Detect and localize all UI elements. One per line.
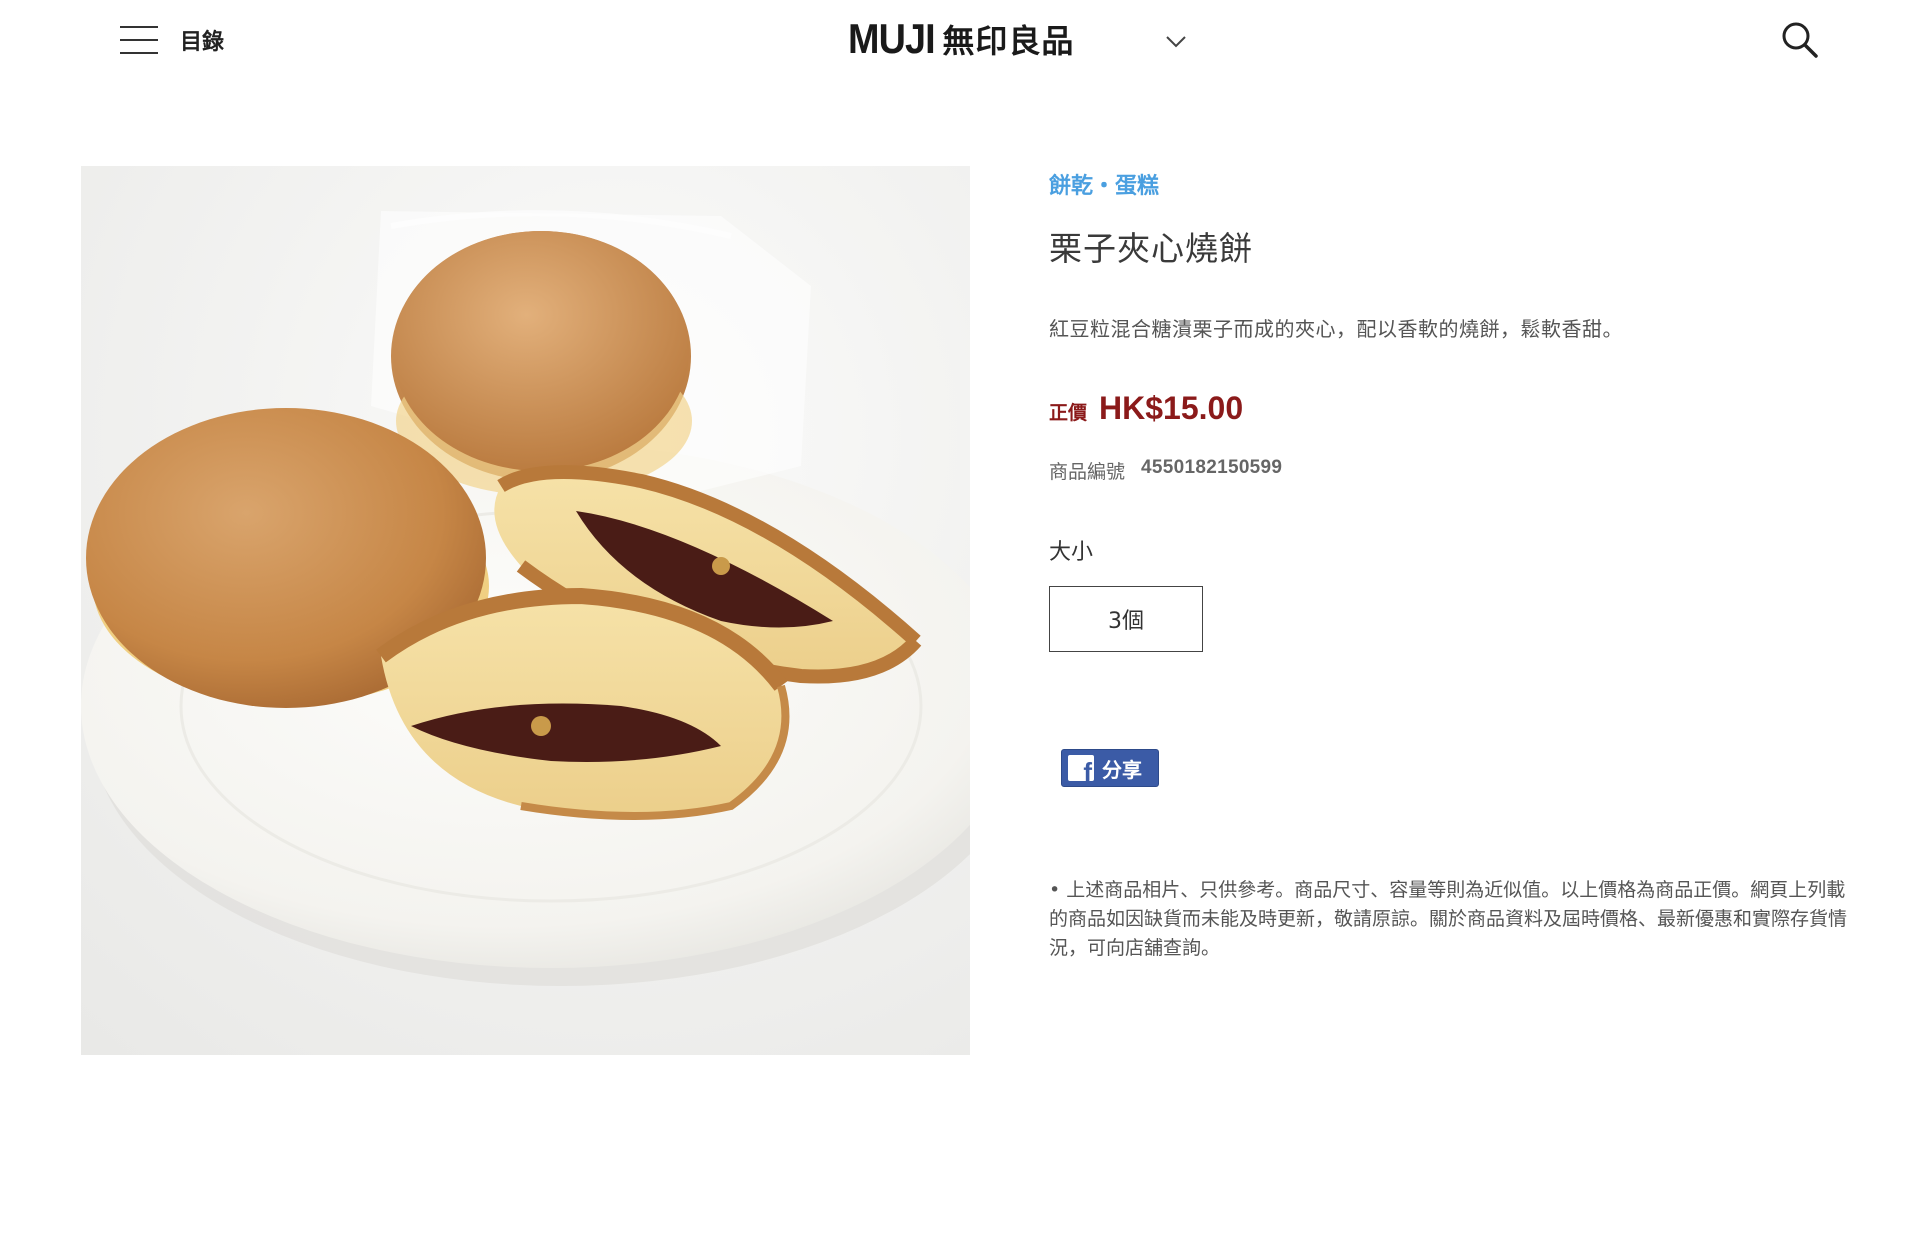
menu-label: 目錄 — [180, 30, 225, 55]
menu-button[interactable]: 目錄 — [120, 22, 224, 58]
logo-text-en: MUJI — [848, 15, 936, 62]
muji-logo[interactable]: MUJI 無印良品 — [848, 14, 1074, 64]
price-value: HK$15.00 — [1099, 390, 1244, 426]
disclaimer-text: • 上述商品相片、只供參考。商品尺寸、容量等則為近似值。以上價格為商品正價。網頁… — [1049, 879, 1848, 959]
size-option-button[interactable]: 3個 — [1049, 586, 1203, 652]
price-label: 正價 — [1049, 402, 1088, 424]
facebook-share-button[interactable]: f 分享 — [1061, 749, 1159, 787]
product-image — [81, 166, 970, 1055]
price-row: 正價 HK$15.00 — [1049, 390, 1869, 427]
product-page: 目錄 MUJI 無印良品 餅乾・蛋糕 栗子夾心燒餅 紅豆粒混合糖漬栗子而成的夾心… — [0, 0, 1920, 1235]
category-link[interactable]: 餅乾・蛋糕 — [1049, 168, 1159, 200]
sku-row: 商品編號 4550182150599 — [1049, 457, 1869, 484]
hamburger-icon — [120, 26, 158, 54]
product-info: 餅乾・蛋糕 栗子夾心燒餅 紅豆粒混合糖漬栗子而成的夾心，配以香軟的燒餅，鬆軟香甜… — [1049, 166, 1869, 963]
site-header: 目錄 MUJI 無印良品 — [0, 0, 1920, 82]
sku-label: 商品編號 — [1049, 461, 1126, 483]
product-title: 栗子夾心燒餅 — [1049, 229, 1253, 268]
chevron-down-icon[interactable] — [1163, 28, 1189, 54]
product-description: 紅豆粒混合糖漬栗子而成的夾心，配以香軟的燒餅，鬆軟香甜。 — [1049, 317, 1623, 341]
logo-text-zh: 無印良品 — [942, 22, 1075, 60]
facebook-share-label: 分享 — [1102, 757, 1142, 782]
size-label: 大小 — [1049, 540, 1094, 565]
facebook-icon: f — [1068, 755, 1094, 781]
sku-value: 4550182150599 — [1141, 457, 1283, 478]
search-icon[interactable] — [1778, 18, 1822, 62]
